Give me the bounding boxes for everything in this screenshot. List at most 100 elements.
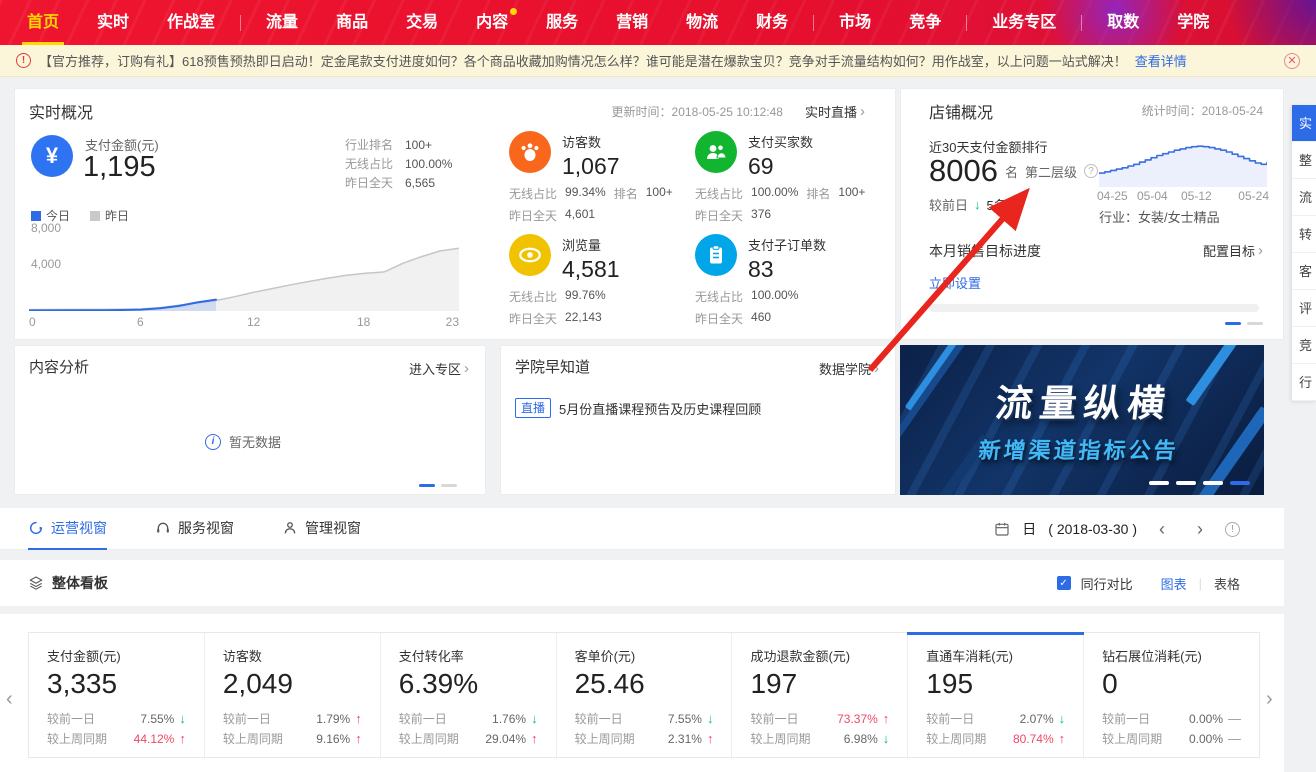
payment-amount-icon: ¥ (31, 135, 73, 177)
live-broadcast-link[interactable]: 实时直播› (805, 102, 865, 121)
date-range[interactable]: ( 2018-03-30 ) (1048, 521, 1137, 537)
nav-item-academy[interactable]: 学院 (1158, 0, 1228, 45)
kpi-card-ztc-spend[interactable]: 直通车消耗(元) 195 较前一日2.07%↓ 较上周同期80.74%↑ (908, 633, 1084, 757)
pagination-dash-active[interactable] (1225, 322, 1241, 325)
cards-scroll-left[interactable]: ‹ (6, 688, 13, 711)
nav-item-finance[interactable]: 财务 (737, 0, 807, 45)
date-info-icon[interactable]: ! (1225, 522, 1240, 537)
quick-nav-competition[interactable]: 竞 (1292, 327, 1316, 364)
pagination-dash[interactable] (1176, 481, 1196, 485)
rank-trend-chart (1099, 129, 1267, 187)
payment-stats: 行业排名100+ 无线占比100.00% 昨日全天6,565 (345, 136, 452, 193)
close-icon[interactable]: ✕ (1284, 53, 1300, 69)
nav-item-market[interactable]: 市场 (820, 0, 890, 45)
kpi-card-diamond-spend[interactable]: 钻石展位消耗(元) 0 较前一日0.00%— 较上周同期0.00%— (1084, 633, 1259, 757)
nav-item-traffic[interactable]: 流量 (247, 0, 317, 45)
legend-yesterday[interactable]: 昨日 (90, 207, 129, 224)
promo-banner[interactable]: 流量纵横 新增渠道指标公告 (900, 345, 1264, 495)
quick-nav-customers[interactable]: 客 (1292, 253, 1316, 290)
table-view-toggle[interactable]: 表格 (1214, 574, 1240, 593)
shop-title: 店铺概况 (929, 99, 993, 123)
update-time: 更新时间：2018-05-25 10:12:48 (612, 103, 783, 120)
kpi-card-visitors[interactable]: 访客数 2,049 较前一日1.79%↑ 较上周同期9.16%↑ (205, 633, 381, 757)
notice-bar: ! 【官方推荐，订购有礼】618预售预热即日启动！定金尾款支付进度如何？各个商品… (0, 45, 1316, 77)
eye-icon (509, 234, 551, 276)
goal-label: 本月销售目标进度 (929, 241, 1041, 261)
pagination-dash[interactable] (441, 484, 457, 487)
quick-nav-realtime[interactable]: 实 (1292, 105, 1316, 142)
content-analysis-title: 内容分析 (29, 356, 89, 377)
data-academy-link[interactable]: 数据学院› (819, 359, 879, 378)
calendar-icon[interactable] (994, 521, 1010, 537)
chart-view-toggle[interactable]: 图表 (1161, 574, 1187, 593)
nav-divider (813, 15, 814, 31)
setup-now-link[interactable]: 立即设置 (929, 273, 981, 292)
trend-arrow-icon: ↓ (179, 711, 186, 726)
tab-operations-view[interactable]: 运营视窗 (28, 508, 107, 550)
metric-buyers: 支付买家数 69 无线占比100.00%排名100+ 昨日全天376 (695, 131, 881, 234)
pagination-dash-active[interactable] (1230, 481, 1250, 485)
notice-text: 【官方推荐，订购有礼】618预售预热即日启动！定金尾款支付进度如何？各个商品收藏… (39, 51, 1127, 70)
chevron-right-icon: › (860, 104, 865, 119)
nav-item-goods[interactable]: 商品 (317, 0, 387, 45)
peer-compare-checkbox[interactable]: ✓ (1057, 576, 1071, 590)
realtime-overview-panel: 实时概况 更新时间：2018-05-25 10:12:48 实时直播› ¥ 支付… (14, 88, 896, 340)
trend-arrow-icon: ↓ (1059, 711, 1066, 726)
enter-zone-link[interactable]: 进入专区› (409, 359, 469, 378)
nav-item-content[interactable]: 内容 (457, 0, 527, 45)
trend-arrow-icon: ↑ (531, 731, 538, 746)
notice-detail-link[interactable]: 查看详情 (1135, 51, 1187, 70)
kpi-card-avg-order[interactable]: 客单价(元) 25.46 较前一日7.55%↓ 较上周同期2.31%↑ (557, 633, 733, 757)
tab-management-view[interactable]: 管理视窗 (282, 508, 361, 550)
rank-chart-ticks: 04-25 05-04 05-12 05-24 (1097, 189, 1269, 203)
quick-nav-reviews[interactable]: 评 (1292, 290, 1316, 327)
next-date-button[interactable]: › (1187, 519, 1213, 540)
quick-nav: 实 整 流 转 客 评 竞 行 (1292, 105, 1316, 401)
quick-nav-overall[interactable]: 整 (1292, 142, 1316, 179)
order-icon (695, 234, 737, 276)
pagination-dash[interactable] (1247, 322, 1263, 325)
nav-item-trade[interactable]: 交易 (387, 0, 457, 45)
nav-item-logistics[interactable]: 物流 (667, 0, 737, 45)
divider: | (1199, 576, 1202, 591)
nav-item-competition[interactable]: 竞争 (890, 0, 960, 45)
kpi-cards-section: 支付金额(元) 3,335 较前一日7.55%↓ 较上周同期44.12%↑ 访客… (0, 614, 1284, 772)
realtime-title: 实时概况 (29, 99, 93, 123)
configure-goal-link[interactable]: 配置目标› (1203, 241, 1263, 260)
prev-date-button[interactable]: ‹ (1149, 519, 1175, 540)
nav-item-home[interactable]: 首页 (8, 0, 78, 45)
cards-scroll-right[interactable]: › (1266, 688, 1273, 711)
quick-nav-traffic[interactable]: 流 (1292, 179, 1316, 216)
nav-item-marketing[interactable]: 营销 (597, 0, 667, 45)
quick-nav-conversion[interactable]: 转 (1292, 216, 1316, 253)
date-control: 日 ( 2018-03-30 ) ‹ › ! (994, 508, 1240, 550)
person-icon (282, 520, 298, 536)
trend-arrow-icon: — (1228, 711, 1241, 726)
nav-item-data-fetch[interactable]: 取数 (1088, 0, 1158, 45)
kpi-card-refund[interactable]: 成功退款金额(元) 197 较前一日73.37%↑ 较上周同期6.98%↓ (732, 633, 908, 757)
chevron-right-icon: › (874, 361, 879, 376)
trend-arrow-icon: — (1228, 731, 1241, 746)
pagination-dash[interactable] (1203, 481, 1223, 485)
pagination-dash[interactable] (1149, 481, 1169, 485)
nav-item-business-zone[interactable]: 业务专区 (973, 0, 1075, 45)
date-mode[interactable]: 日 (1022, 519, 1036, 539)
metric-visitors: 访客数 1,067 无线占比99.34%排名100+ 昨日全天4,601 (509, 131, 695, 234)
help-icon[interactable]: ? (1084, 164, 1098, 178)
nav-item-service[interactable]: 服务 (527, 0, 597, 45)
pagination-dash-active[interactable] (419, 484, 435, 487)
banner-pagination (1149, 481, 1250, 485)
nav-item-warroom[interactable]: 作战室 (148, 0, 234, 45)
trend-arrow-icon: ↑ (179, 731, 186, 746)
industry-label: 行业：女装/女士精品 (1099, 207, 1220, 226)
live-badge: 直播 (515, 398, 551, 418)
shop-pagination (1225, 322, 1263, 325)
trend-arrow-icon: ↓ (707, 711, 714, 726)
kpi-card-conversion[interactable]: 支付转化率 6.39% 较前一日1.76%↓ 较上周同期29.04%↑ (381, 633, 557, 757)
kpi-card-payment[interactable]: 支付金额(元) 3,335 较前一日7.55%↓ 较上周同期44.12%↑ (29, 633, 205, 757)
academy-live-item[interactable]: 直播 5月份直播课程预告及历史课程回顾 (515, 398, 761, 418)
nav-item-realtime[interactable]: 实时 (78, 0, 148, 45)
banner-text: 流量纵横 新增渠道指标公告 (900, 373, 1264, 465)
tab-service-view[interactable]: 服务视窗 (155, 508, 234, 550)
quick-nav-industry[interactable]: 行 (1292, 364, 1316, 401)
